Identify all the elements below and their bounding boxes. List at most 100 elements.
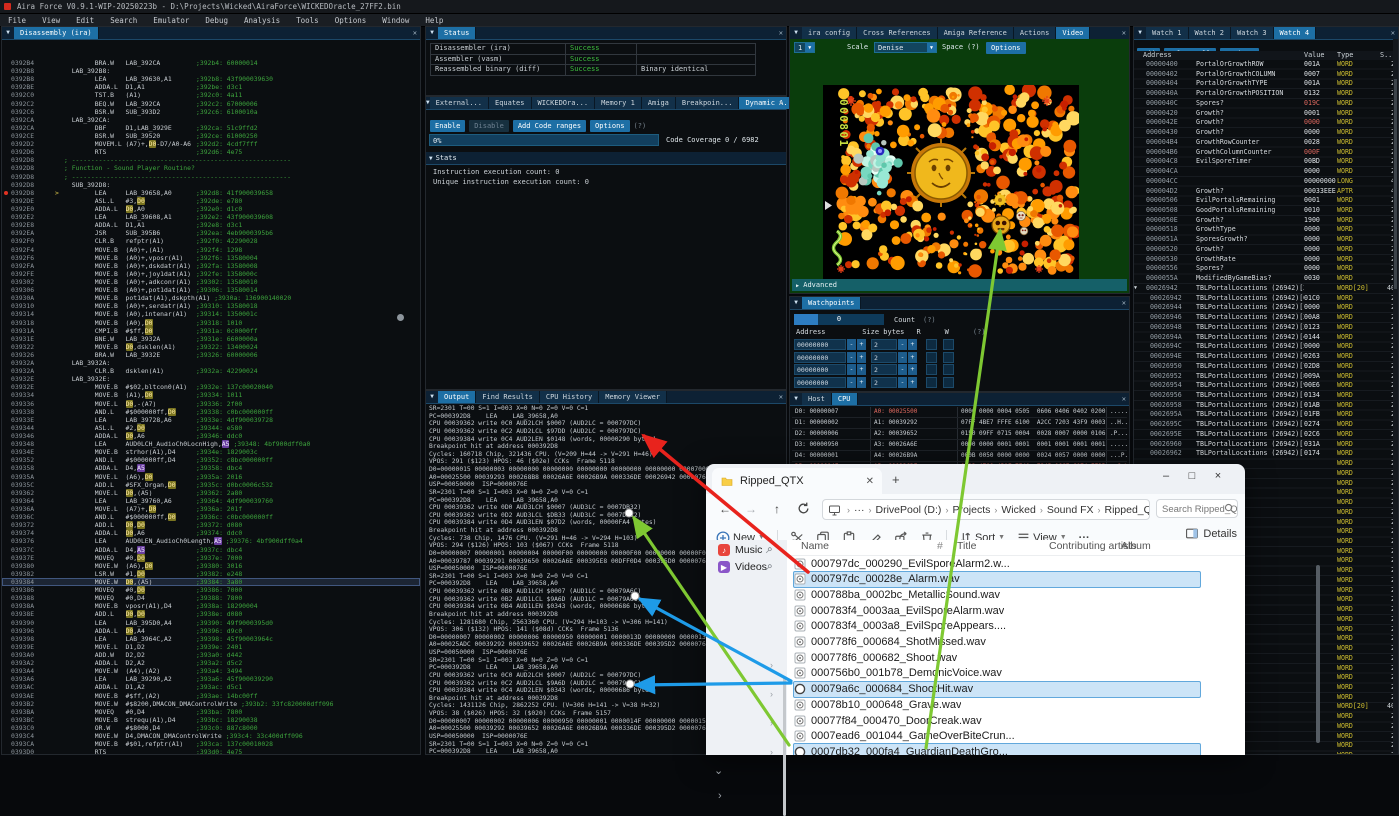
panel-menu-icon[interactable]: ▼: [790, 393, 802, 405]
watch-row[interactable]: 0000055AModifiedByGameBias?0030WORD2: [1134, 274, 1393, 284]
explorer-tab[interactable]: Ripped_QTX ✕: [712, 468, 882, 494]
disassembly-row[interactable]: 0392D8; Function - Sound Player Routine?: [2, 164, 420, 172]
video-tab-ira-config[interactable]: ira config: [802, 27, 857, 39]
disassembly-row[interactable]: 039314 MOVE.B (A0),intenar(A1);39314: 13…: [2, 310, 420, 318]
watch-row[interactable]: 00026948TBLPortalLocations (26942)[3]012…: [1134, 323, 1393, 333]
watchpoint-size-input[interactable]: 2: [871, 352, 897, 363]
read-checkbox[interactable]: [926, 377, 937, 388]
analysis-tab-memory-1[interactable]: Memory 1: [595, 97, 642, 109]
disassembly-row[interactable]: 039322 MOVE.B D0,dsklen(A1);39322: 13400…: [2, 343, 420, 351]
file-row[interactable]: 000797dc_00028e_Alarm.wav: [793, 571, 1201, 588]
column-album[interactable]: Album: [1121, 540, 1151, 552]
disassembly-row[interactable]: 0393C4 MOVE.W D4,DMACON_DMAControlWrite;…: [2, 732, 420, 740]
watchpoint-address-input[interactable]: 00000000: [794, 364, 846, 375]
file-row[interactable]: 000756b0_001b78_DemonicVoice.wav: [793, 665, 1201, 682]
watch-row[interactable]: 00026942TBLPortalLocations (26942)[0]01C…: [1134, 294, 1393, 304]
disassembly-row[interactable]: 03931E BNE.W LAB_3932A;3931e: 6600000a: [2, 335, 420, 343]
breadcrumb[interactable]: ›···›DrivePool (D:)›Projects›Wicked›Soun…: [822, 499, 1150, 520]
device-select[interactable]: Denise▼: [874, 42, 937, 53]
disassembly-row[interactable]: 039376 LEA AUD0LEN_AudioCh0Length,A5;393…: [2, 537, 420, 545]
increment-button[interactable]: +: [908, 377, 917, 388]
close-icon[interactable]: ✕: [1122, 297, 1126, 309]
watchpoint-size-input[interactable]: 2: [871, 364, 897, 375]
analysis-tab-wickedora-[interactable]: WICKEDOra...: [532, 97, 596, 109]
disassembly-row[interactable]: 03938E ADD.L D0,D0;3938e: d080: [2, 610, 420, 618]
disassembly-row[interactable]: 0392D8> LEA LAB_39658,A0;392d8: 41f90003…: [2, 189, 420, 197]
write-checkbox[interactable]: [943, 377, 954, 388]
disassembly-row[interactable]: 039346 ADDA.L D0,A6;39346: ddc0: [2, 432, 420, 440]
watch-row[interactable]: 00026954TBLPortalLocations (26942)[9]00E…: [1134, 381, 1393, 391]
enable-button[interactable]: Enable: [430, 120, 465, 132]
disassembly-row[interactable]: 039306 MOVE.B (A0)+,pot1dat(A1);39306: 1…: [2, 286, 420, 294]
disassembly-row[interactable]: 039364 LEA LAB_39760,A6;39364: 4df900039…: [2, 497, 420, 505]
decrement-button[interactable]: -: [898, 352, 907, 363]
chevron-down-icon[interactable]: ▼: [927, 43, 936, 52]
watchpoint-size-input[interactable]: 2: [871, 339, 897, 350]
file-row[interactable]: 000778f6_000682_Shoot.wav: [793, 649, 1201, 666]
sidebar-item-music[interactable]: ♪Music: [718, 544, 762, 556]
disassembly-row[interactable]: 03937E MOVEQ #0,D0;3937e: 7000: [2, 554, 420, 562]
read-checkbox[interactable]: [926, 339, 937, 350]
analysis-tab-equates[interactable]: Equates: [489, 97, 532, 109]
decrement-button[interactable]: -: [847, 364, 856, 375]
chevron-right-icon[interactable]: ›: [718, 790, 722, 802]
disassembly-row[interactable]: 039358 ADDA.L D4,A5;39358: dbc4: [2, 464, 420, 472]
watchpoint-address-input[interactable]: 00000000: [794, 377, 846, 388]
close-icon[interactable]: ✕: [779, 97, 783, 109]
watch-row[interactable]: 0002694CTBLPortalLocations (26942)[5]000…: [1134, 342, 1393, 352]
file-row[interactable]: 00078b10_000648_Grave.wav: [793, 696, 1201, 713]
disassembly-row[interactable]: 0392CA DBF D1,LAB_3929E;392ca: 51c9ffd2: [2, 124, 420, 132]
chevron-down-icon[interactable]: ▼: [805, 43, 814, 52]
maximize-button[interactable]: □: [1179, 470, 1205, 482]
file-row[interactable]: 00077f84_000470_DoorCreak.wav: [793, 712, 1201, 729]
write-checkbox[interactable]: [943, 352, 954, 363]
watch-row[interactable]: 00026950TBLPortalLocations (26942)[7]02D…: [1134, 362, 1393, 372]
disassembly-row[interactable]: 0392E0 ADDA.L D0,A0;392e0: d1c0: [2, 205, 420, 213]
watch-scrollbar[interactable]: [1393, 39, 1398, 754]
watch-row[interactable]: 000004C8EvilSporeTimer00BDWORD2: [1134, 157, 1393, 167]
disassembly-row[interactable]: 0393A0 ADD.W D2,D2;393a0: d442: [2, 651, 420, 659]
new-tab-button[interactable]: +: [892, 472, 900, 487]
disassembly-row[interactable]: 039384 MOVE.W D0,(A5);39384: 3a80: [2, 578, 420, 586]
breadcrumb-item[interactable]: Ripped_QTX: [1105, 504, 1150, 516]
breadcrumb-item[interactable]: DrivePool (D:): [876, 504, 942, 516]
splitter-handle[interactable]: [397, 314, 404, 321]
watch-row[interactable]: 00026952TBLPortalLocations (26942)[8]009…: [1134, 372, 1393, 382]
file-row[interactable]: 00079a6c_000684_ShootHit.wav: [793, 681, 1201, 698]
disassembly-row[interactable]: 03935C ADD.L #SFX_Organ,D0;3935c: d0bc00…: [2, 481, 420, 489]
increment-button[interactable]: +: [908, 364, 917, 375]
up-icon[interactable]: ↑: [764, 502, 790, 516]
file-row[interactable]: 000778f6_000684_ShotMissed.wav: [793, 634, 1201, 651]
disassembly-row[interactable]: 03937C ADDA.L D4,A5;3937c: dbc4: [2, 546, 420, 554]
disassembly-row[interactable]: 039388 MOVEQ #0,D4;39388: 7800: [2, 594, 420, 602]
watch-tab-watch-2[interactable]: Watch 2: [1189, 27, 1232, 39]
disassembly-row[interactable]: 0393A4 MOVE.W (A4),(A2);393a4: 3494: [2, 667, 420, 675]
menu-emulator[interactable]: Emulator: [145, 16, 197, 25]
disassembly-row[interactable]: 0392EA JSR SUB_395B6;392ea: 4eb9000395b6: [2, 229, 420, 237]
watch-row[interactable]: 00000506EvilPortalsRemaining0001WORD2: [1134, 196, 1393, 206]
watch-row[interactable]: 0002695CTBLPortalLocations (26942)[13]02…: [1134, 420, 1393, 430]
watch-row[interactable]: 0000042EGrowth?0000WORD2: [1134, 118, 1393, 128]
increment-button[interactable]: +: [908, 352, 917, 363]
close-icon[interactable]: ✕: [1391, 27, 1395, 39]
watch-row[interactable]: 00026946TBLPortalLocations (26942)[2]00A…: [1134, 313, 1393, 323]
scrollbar-thumb[interactable]: [1316, 565, 1320, 743]
watch-row[interactable]: 00000400PortalOrGrowthROW001AWORD2: [1134, 60, 1393, 70]
breadcrumb-ellipsis[interactable]: ···: [854, 504, 865, 516]
video-tab-amiga-reference[interactable]: Amiga Reference: [938, 27, 1014, 39]
analysis-tab-amiga[interactable]: Amiga: [642, 97, 676, 109]
write-checkbox[interactable]: [943, 364, 954, 375]
output-tab-memory-viewer[interactable]: Memory Viewer: [599, 391, 667, 403]
file-row[interactable]: 000783f4_0003a8_EvilSporeAppears....: [793, 618, 1201, 635]
disassembly-row[interactable]: 0392D8; --------------------------------…: [2, 156, 420, 164]
file-row[interactable]: 0007db32_000fa4_GuardianDeathGro...: [793, 743, 1201, 755]
disassembly-row[interactable]: 0393C0 OR.W #$8000,D4;393c0: 887c8000: [2, 724, 420, 732]
disassembly-row[interactable]: 03936A MOVE.L (A7)+,D0;3936a: 201f: [2, 505, 420, 513]
file-row[interactable]: 000797dc_000290_EvilSporeAlarm2.w...: [793, 555, 1201, 572]
status-title-tab[interactable]: Status: [438, 27, 476, 39]
disassembly-row[interactable]: 0392DE ASL.L #3,D0;392de: e780: [2, 197, 420, 205]
disassembly-row[interactable]: 0392FE MOVE.B (A0)+,joy1dat(A1);392fe: 1…: [2, 270, 420, 278]
disassembly-row[interactable]: 03938A MOVE.B vposr(A1),D4;3938a: 182900…: [2, 602, 420, 610]
disassembly-row[interactable]: 0392F0 CLR.B refptr(A1);392f0: 42290028: [2, 237, 420, 245]
analysis-tab-breakpoin-[interactable]: Breakpoin...: [676, 97, 740, 109]
